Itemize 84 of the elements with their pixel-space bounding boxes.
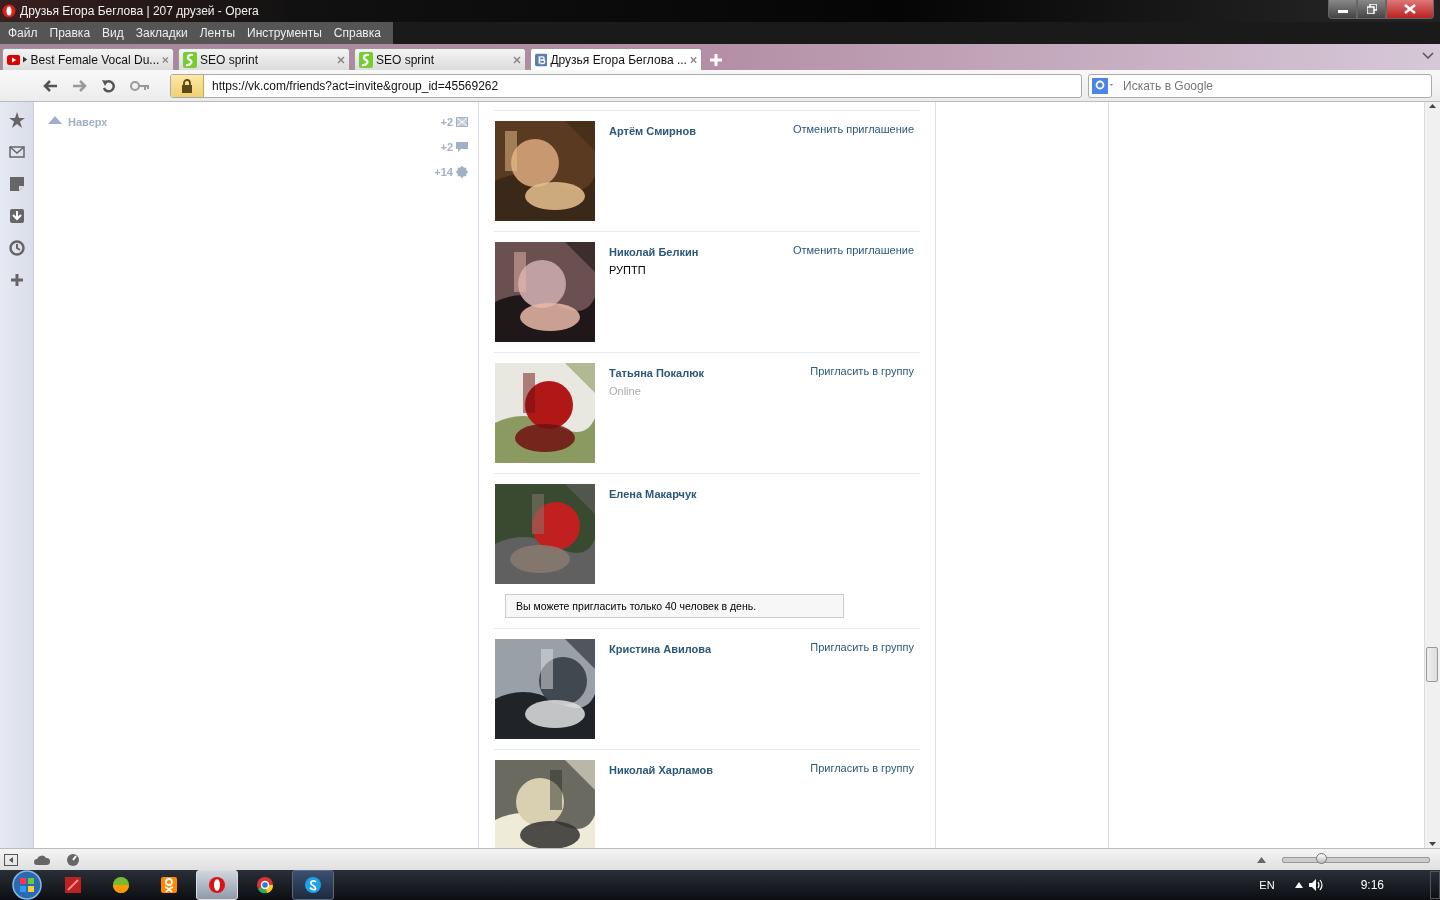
security-badge[interactable] [171, 74, 204, 97]
address-bar[interactable]: https://vk.com/friends?act=invite&group_id=45569262 [170, 73, 1082, 98]
show-desktop-button[interactable] [1430, 871, 1440, 899]
taskbar-app-button[interactable] [292, 870, 334, 900]
address-field[interactable]: https://vk.com/friends?act=invite&group_id=45569262 [204, 78, 1081, 93]
youtube-icon [7, 53, 21, 66]
chrome-icon [256, 876, 274, 894]
invite-action-link[interactable]: Отменить приглашение [792, 121, 920, 135]
menu-item[interactable]: Вид [98, 26, 132, 40]
friend-name-link[interactable]: Кристина Авилова [609, 643, 811, 655]
menu-item[interactable]: Правка [45, 26, 99, 40]
clock-time[interactable]: 9:16 [1360, 878, 1384, 892]
tab-title: SEO sprint [200, 52, 260, 67]
collapse-up-icon[interactable] [1257, 856, 1266, 863]
odnoklassniki-icon [160, 876, 178, 894]
restore-icon [1366, 4, 1377, 14]
plus-icon [710, 54, 722, 66]
lock-icon [181, 78, 193, 93]
opera-logo-icon [2, 4, 16, 18]
window-title: Друзья Егора Беглова | 207 друзей - Opera [20, 4, 259, 18]
scrollbar[interactable] [1424, 102, 1440, 848]
invite-action-link[interactable]: Пригласить в группу [810, 760, 920, 774]
opera-icon [208, 876, 226, 894]
close-icon[interactable] [513, 55, 521, 64]
dropdown-icon[interactable] [1422, 52, 1434, 59]
download-icon[interactable] [8, 208, 25, 224]
plus-icon[interactable] [8, 272, 25, 288]
friend-name-link[interactable]: Артём Смирнов [609, 125, 793, 137]
tray-expand-icon[interactable] [1294, 882, 1303, 888]
menu-item[interactable]: Инструменты [243, 26, 330, 40]
friend-name-link[interactable]: Николай Белкин [609, 246, 793, 258]
minimize-button[interactable] [1328, 0, 1357, 19]
mail-icon[interactable] [8, 144, 25, 160]
reload-icon[interactable] [102, 78, 116, 93]
zoom-slider[interactable] [1282, 856, 1430, 863]
vk-icon [535, 52, 548, 67]
close-icon[interactable] [689, 55, 697, 64]
back-icon[interactable] [42, 78, 58, 93]
comment-icon [456, 141, 468, 153]
google-icon [1089, 76, 1115, 95]
clock-icon[interactable] [8, 240, 25, 256]
tab[interactable]: Друзья Егора Беглова ... [530, 48, 702, 70]
zoom-slider-thumb[interactable] [1316, 852, 1328, 864]
tab-title: Друзья Егора Беглова ... [550, 52, 687, 67]
close-icon [1404, 4, 1416, 14]
notice-message: Вы можете пригласить только 40 человек в день. [505, 594, 844, 618]
restore-button[interactable] [1357, 0, 1386, 19]
scroll-thumb[interactable] [1426, 647, 1438, 682]
bookmarks-icon[interactable] [8, 112, 25, 128]
note-icon[interactable] [8, 176, 25, 192]
ball-icon [112, 876, 130, 894]
search-field[interactable]: Искать в Google [1115, 78, 1431, 93]
tab[interactable]: SEO sprint [178, 48, 350, 70]
volume-icon[interactable] [1308, 879, 1325, 891]
mail-icon [456, 116, 468, 128]
up-triangle-icon [48, 116, 62, 124]
language-indicator[interactable]: EN [1259, 879, 1275, 891]
speed-dial-icon[interactable] [66, 852, 80, 867]
panel-toggle-icon[interactable] [4, 853, 18, 866]
cloud-icon[interactable] [34, 854, 50, 865]
tab[interactable]: Best Female Vocal Du... [2, 48, 174, 70]
close-icon[interactable] [162, 55, 169, 64]
search-box[interactable]: Искать в Google [1088, 73, 1432, 98]
online-status: Online [609, 385, 642, 397]
invite-action-link[interactable]: Пригласить в группу [810, 363, 920, 377]
friend-name-link[interactable]: Татьяна Покалюк [609, 367, 811, 379]
gear-icon [456, 166, 468, 178]
menu-item[interactable]: Закладки [131, 26, 196, 40]
invite-action-link[interactable]: Пригласить в группу [810, 639, 920, 653]
tab[interactable]: SEO sprint [354, 48, 526, 70]
close-button[interactable] [1386, 0, 1434, 19]
tab-title: SEO sprint [376, 52, 436, 67]
status-text: РУПТП [609, 264, 647, 276]
key-icon[interactable] [130, 80, 150, 91]
friend-name-link[interactable]: Елена Макарчук [609, 488, 920, 500]
menu-item[interactable]: Справка [329, 26, 389, 40]
skype-icon [304, 876, 322, 894]
close-icon[interactable] [337, 55, 345, 64]
menu-item[interactable]: Файл [4, 26, 46, 40]
invite-action-link[interactable]: Отменить приглашение [792, 242, 920, 256]
menu-item[interactable]: Ленты [195, 26, 243, 40]
friend-name-link[interactable]: Николай Харламов [609, 764, 811, 776]
tab-title: Best Female Vocal Du... [30, 52, 160, 67]
forward-icon[interactable] [72, 78, 88, 93]
